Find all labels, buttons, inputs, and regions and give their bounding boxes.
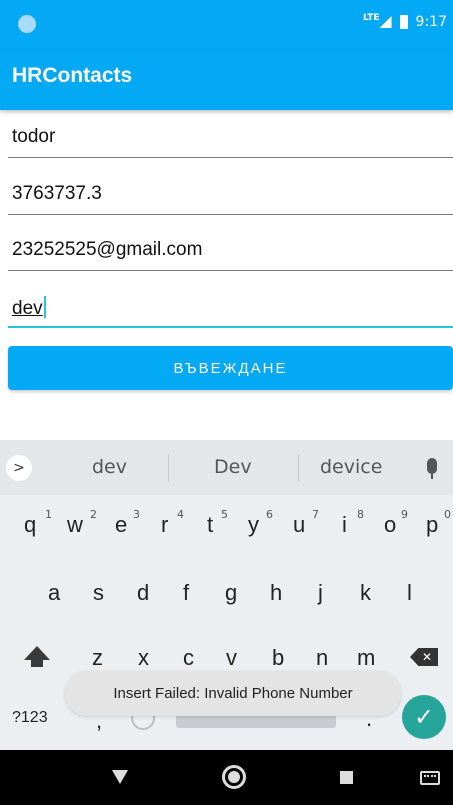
key-hint: 8 — [357, 508, 364, 521]
key-m[interactable]: m — [357, 645, 375, 671]
signal-icon — [379, 16, 392, 28]
key-z[interactable]: z — [92, 645, 103, 671]
key-hint: 4 — [177, 508, 184, 521]
key-hint: 2 — [90, 508, 97, 521]
name-field-value: todor — [12, 126, 56, 147]
key-n[interactable]: n — [316, 645, 328, 671]
back-icon[interactable] — [112, 770, 128, 784]
key-hint: 3 — [133, 508, 140, 521]
app-title: HRContacts — [12, 64, 133, 87]
shift-arrow-icon — [24, 646, 50, 660]
position-field[interactable]: dev — [8, 288, 453, 328]
home-icon[interactable] — [222, 765, 246, 789]
name-field[interactable]: todor — [8, 118, 453, 158]
suggestion-divider — [298, 454, 299, 482]
text-cursor — [43, 296, 46, 318]
key-hint: 0 — [444, 508, 451, 521]
app-bar: HRContacts — [0, 50, 453, 110]
key-d[interactable]: d — [137, 580, 149, 606]
key-hint: 6 — [266, 508, 273, 521]
key-t[interactable]: t — [207, 512, 213, 538]
key-hint: 1 — [45, 508, 52, 521]
status-bar: LTE 9:17 — [0, 0, 453, 50]
notification-icon — [18, 15, 36, 33]
key-l[interactable]: l — [407, 580, 412, 606]
email-field[interactable]: 23252525@gmail.com — [8, 231, 453, 271]
navigation-bar — [0, 750, 453, 805]
enter-checkmark-icon[interactable]: ✓ — [402, 695, 446, 739]
keyboard-switch-icon[interactable] — [420, 771, 440, 785]
shift-arrow-stem — [31, 659, 43, 667]
key-x[interactable]: x — [138, 645, 149, 671]
key-hint: 9 — [401, 508, 408, 521]
toast-message: Insert Failed: Invalid Phone Number — [65, 671, 401, 716]
status-icons: LTE 9:17 — [363, 13, 447, 30]
phone-field-value: 3763737.3 — [12, 183, 102, 204]
key-b[interactable]: b — [272, 645, 284, 671]
key-o[interactable]: o — [384, 512, 396, 538]
suggestion-divider — [168, 454, 169, 482]
key-v[interactable]: v — [226, 645, 237, 671]
suggestion-item[interactable]: dev — [92, 456, 127, 478]
position-field-value: dev — [12, 296, 46, 320]
key-s[interactable]: s — [93, 580, 104, 606]
key-a[interactable]: a — [48, 580, 60, 606]
key-y[interactable]: y — [248, 512, 259, 538]
suggestion-item[interactable]: Dev — [214, 456, 252, 478]
key-f[interactable]: f — [183, 580, 189, 606]
key-q[interactable]: q — [24, 512, 36, 538]
recent-apps-icon[interactable] — [340, 771, 353, 784]
key-h[interactable]: h — [270, 580, 282, 606]
key-i[interactable]: i — [342, 512, 347, 538]
position-field-text: dev — [12, 298, 43, 319]
suggestion-item[interactable]: device — [320, 456, 382, 478]
key-k[interactable]: k — [360, 580, 371, 606]
lte-indicator: LTE — [363, 13, 380, 23]
microphone-icon[interactable] — [427, 458, 437, 479]
submit-button[interactable]: ВЪВЕЖДАНЕ — [8, 346, 453, 390]
battery-icon — [399, 15, 408, 29]
key-g[interactable]: g — [225, 580, 237, 606]
key-p[interactable]: p — [426, 512, 438, 538]
key-j[interactable]: j — [318, 580, 323, 606]
email-field-value: 23252525@gmail.com — [12, 239, 203, 260]
shift-key[interactable] — [24, 646, 50, 668]
chevron-right-icon[interactable]: > — [6, 455, 32, 481]
key-r[interactable]: r — [161, 512, 168, 538]
key-c[interactable]: c — [183, 645, 194, 671]
key-w[interactable]: w — [67, 512, 83, 538]
phone-field[interactable]: 3763737.3 — [8, 175, 453, 215]
key-e[interactable]: e — [115, 512, 127, 538]
status-time: 9:17 — [415, 14, 447, 30]
suggestion-strip: > dev Dev device — [0, 440, 453, 495]
key-hint: 5 — [221, 508, 228, 521]
symbols-key[interactable]: ?123 — [12, 709, 48, 727]
key-hint: 7 — [312, 508, 319, 521]
key-u[interactable]: u — [293, 512, 305, 538]
